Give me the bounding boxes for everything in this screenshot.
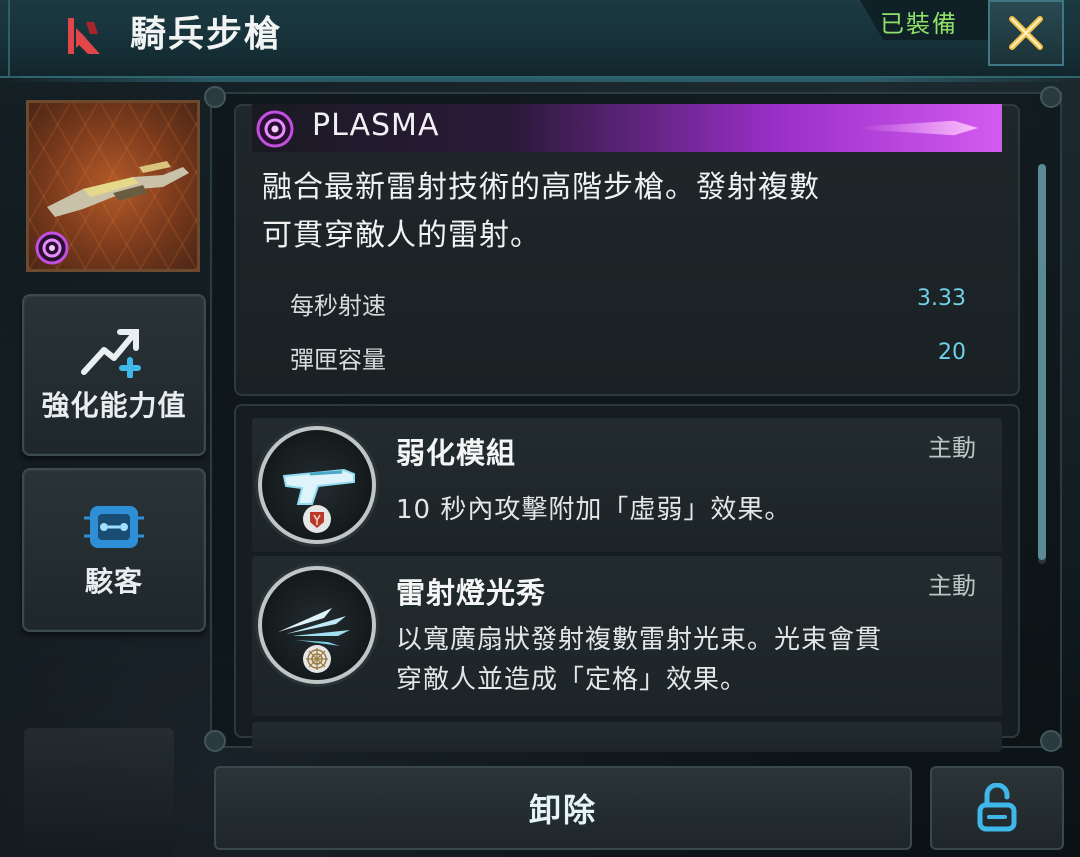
skill-description: 以寬廣扇狀發射複數雷射光束。光束會貫 穿敵人並造成「定格」效果。	[396, 620, 956, 700]
page-title: 騎兵步槍	[130, 14, 283, 55]
frame-corner-rivet	[1040, 86, 1062, 108]
description-line: 融合最新雷射技術的高階步槍。發射複數	[262, 170, 820, 205]
description-line: 可貫穿敵人的雷射。	[262, 218, 541, 253]
stat-fire-rate-value: 3.33	[917, 286, 966, 311]
upgrade-arrow-plus-icon	[81, 329, 141, 378]
skill-name: 雷射燈光秀	[396, 576, 547, 610]
web-badge-icon	[303, 645, 331, 673]
scrollbar-thumb[interactable]	[1038, 164, 1046, 560]
damage-type-label: PLASMA	[312, 108, 440, 143]
lock-toggle-button[interactable]	[930, 766, 1064, 850]
plasma-streak	[858, 120, 978, 136]
unequip-label: 卸除	[528, 791, 597, 829]
weapon-thumbnail[interactable]	[26, 100, 200, 272]
unlock-icon	[977, 783, 1017, 832]
skill-type-label: 主動	[928, 572, 976, 600]
stat-magazine-value: 20	[938, 340, 966, 365]
plasma-icon	[256, 110, 294, 148]
frame-corner-rivet	[1040, 730, 1062, 752]
frame-corner-rivet	[204, 730, 226, 752]
weapon-description: 融合最新雷射技術的高階步槍。發射複數 可貫穿敵人的雷射。	[262, 164, 922, 260]
scrollbar[interactable]	[1038, 164, 1046, 564]
close-button[interactable]	[988, 0, 1064, 66]
character-portrait	[24, 728, 174, 857]
skill-type-label: 主動	[928, 434, 976, 462]
close-x-icon	[1009, 16, 1043, 50]
stat-fire-rate-label: 每秒射速	[290, 292, 386, 320]
skill-name: 弱化模組	[396, 436, 517, 470]
upgrade-stats-label: 強化能力值	[41, 389, 187, 422]
header-frame-edge	[8, 0, 22, 78]
unequip-button[interactable]: 卸除	[214, 766, 912, 850]
skill-description: 10 秒內攻擊附加「虛弱」效果。	[396, 495, 792, 525]
rifle-class-icon	[68, 18, 100, 54]
chip-hack-icon	[84, 506, 144, 548]
upgrade-stats-button[interactable]: 強化能力值	[22, 294, 206, 456]
skill-description-line: 以寬廣扇狀發射複數雷射光束。光束會貫	[396, 625, 883, 655]
weaken-badge-icon	[303, 505, 331, 533]
hack-label: 駭客	[84, 565, 143, 598]
plasma-small-icon	[35, 231, 69, 265]
hack-button[interactable]: 駭客	[22, 468, 206, 632]
stat-magazine-label: 彈匣容量	[290, 346, 386, 374]
frame-corner-rivet	[204, 86, 226, 108]
skill-item-partial[interactable]	[252, 722, 1002, 752]
skill-description-line: 穿敵人並造成「定格」效果。	[396, 665, 748, 695]
rifle-image-icon	[47, 161, 189, 217]
equipped-status-label: 已裝備	[880, 10, 958, 38]
